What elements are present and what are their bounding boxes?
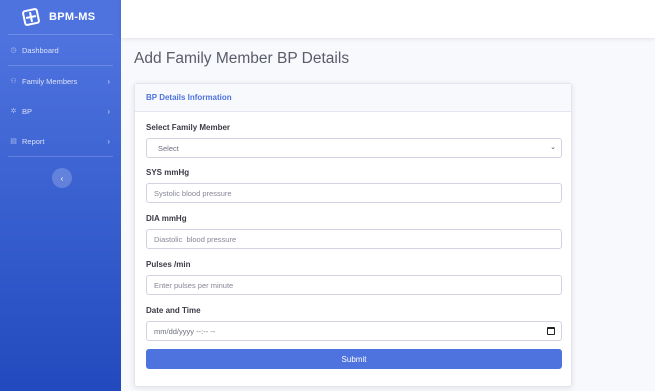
sidebar: BPM-MS ◷ Dashboard ⚇ Family Members › ✲ …	[0, 0, 121, 391]
calendar-icon[interactable]	[547, 327, 555, 335]
sidebar-item-bp[interactable]: ✲ BP ›	[0, 96, 121, 126]
sys-label: SYS mmHg	[146, 168, 190, 177]
family-member-label: Select Family Member	[146, 123, 231, 132]
card-header: BP Details Information	[135, 84, 571, 112]
chevron-right-icon: ›	[107, 136, 110, 146]
file-icon: ▤	[10, 137, 17, 145]
sidebar-item-family-members[interactable]: ⚇ Family Members ›	[0, 66, 121, 96]
sidebar-item-label: Report	[22, 136, 45, 146]
family-member-select-value: Select	[158, 144, 179, 153]
sys-input[interactable]	[146, 183, 562, 203]
dia-label: DIA mmHg	[146, 214, 187, 223]
family-member-select[interactable]: Select ⌄	[146, 138, 562, 158]
brand-name: BPM-MS	[49, 11, 96, 23]
sidebar-item-label: Family Members	[22, 76, 78, 86]
page-title: Add Family Member BP Details	[134, 50, 350, 67]
sidebar-toggle-button[interactable]: ‹	[52, 168, 72, 188]
chevron-down-icon: ⌄	[550, 144, 556, 151]
pulses-label: Pulses /min	[146, 260, 191, 269]
sidebar-item-report[interactable]: ▤ Report ›	[0, 126, 121, 156]
dashboard-icon: ◷	[10, 46, 17, 54]
datetime-input-value: mm/dd/yyyy --:-- --	[154, 327, 216, 336]
topbar	[121, 0, 655, 38]
datetime-label: Date and Time	[146, 306, 201, 315]
datetime-input[interactable]: mm/dd/yyyy --:-- --	[146, 321, 562, 341]
dia-input[interactable]	[146, 229, 562, 249]
sidebar-item-label: Dashboard	[22, 45, 59, 55]
submit-button[interactable]: Submit	[146, 349, 562, 369]
heart-icon: ✲	[10, 107, 17, 115]
pulses-input[interactable]	[146, 275, 562, 295]
sidebar-divider	[8, 156, 113, 157]
chevron-left-icon: ‹	[60, 173, 64, 183]
chevron-right-icon: ›	[107, 76, 110, 86]
medical-kit-icon	[21, 7, 41, 27]
users-icon: ⚇	[10, 77, 17, 85]
brand-link[interactable]: BPM-MS	[0, 0, 121, 34]
sidebar-item-label: BP	[22, 106, 33, 116]
chevron-right-icon: ›	[107, 106, 110, 116]
bp-details-card: BP Details Information Select Family Mem…	[134, 83, 572, 387]
sidebar-item-dashboard[interactable]: ◷ Dashboard	[0, 35, 121, 65]
